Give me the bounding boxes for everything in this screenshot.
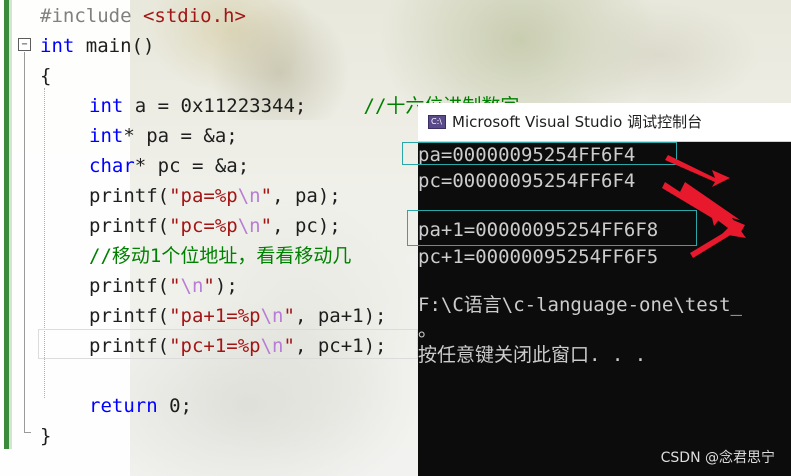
annotation-arrows (662, 155, 746, 258)
arrow-pc1-curve (690, 220, 745, 258)
arrow-pa-to-pa1 (665, 155, 730, 187)
screenshot: − #include <stdio.h> int main() { int a … (0, 0, 791, 476)
